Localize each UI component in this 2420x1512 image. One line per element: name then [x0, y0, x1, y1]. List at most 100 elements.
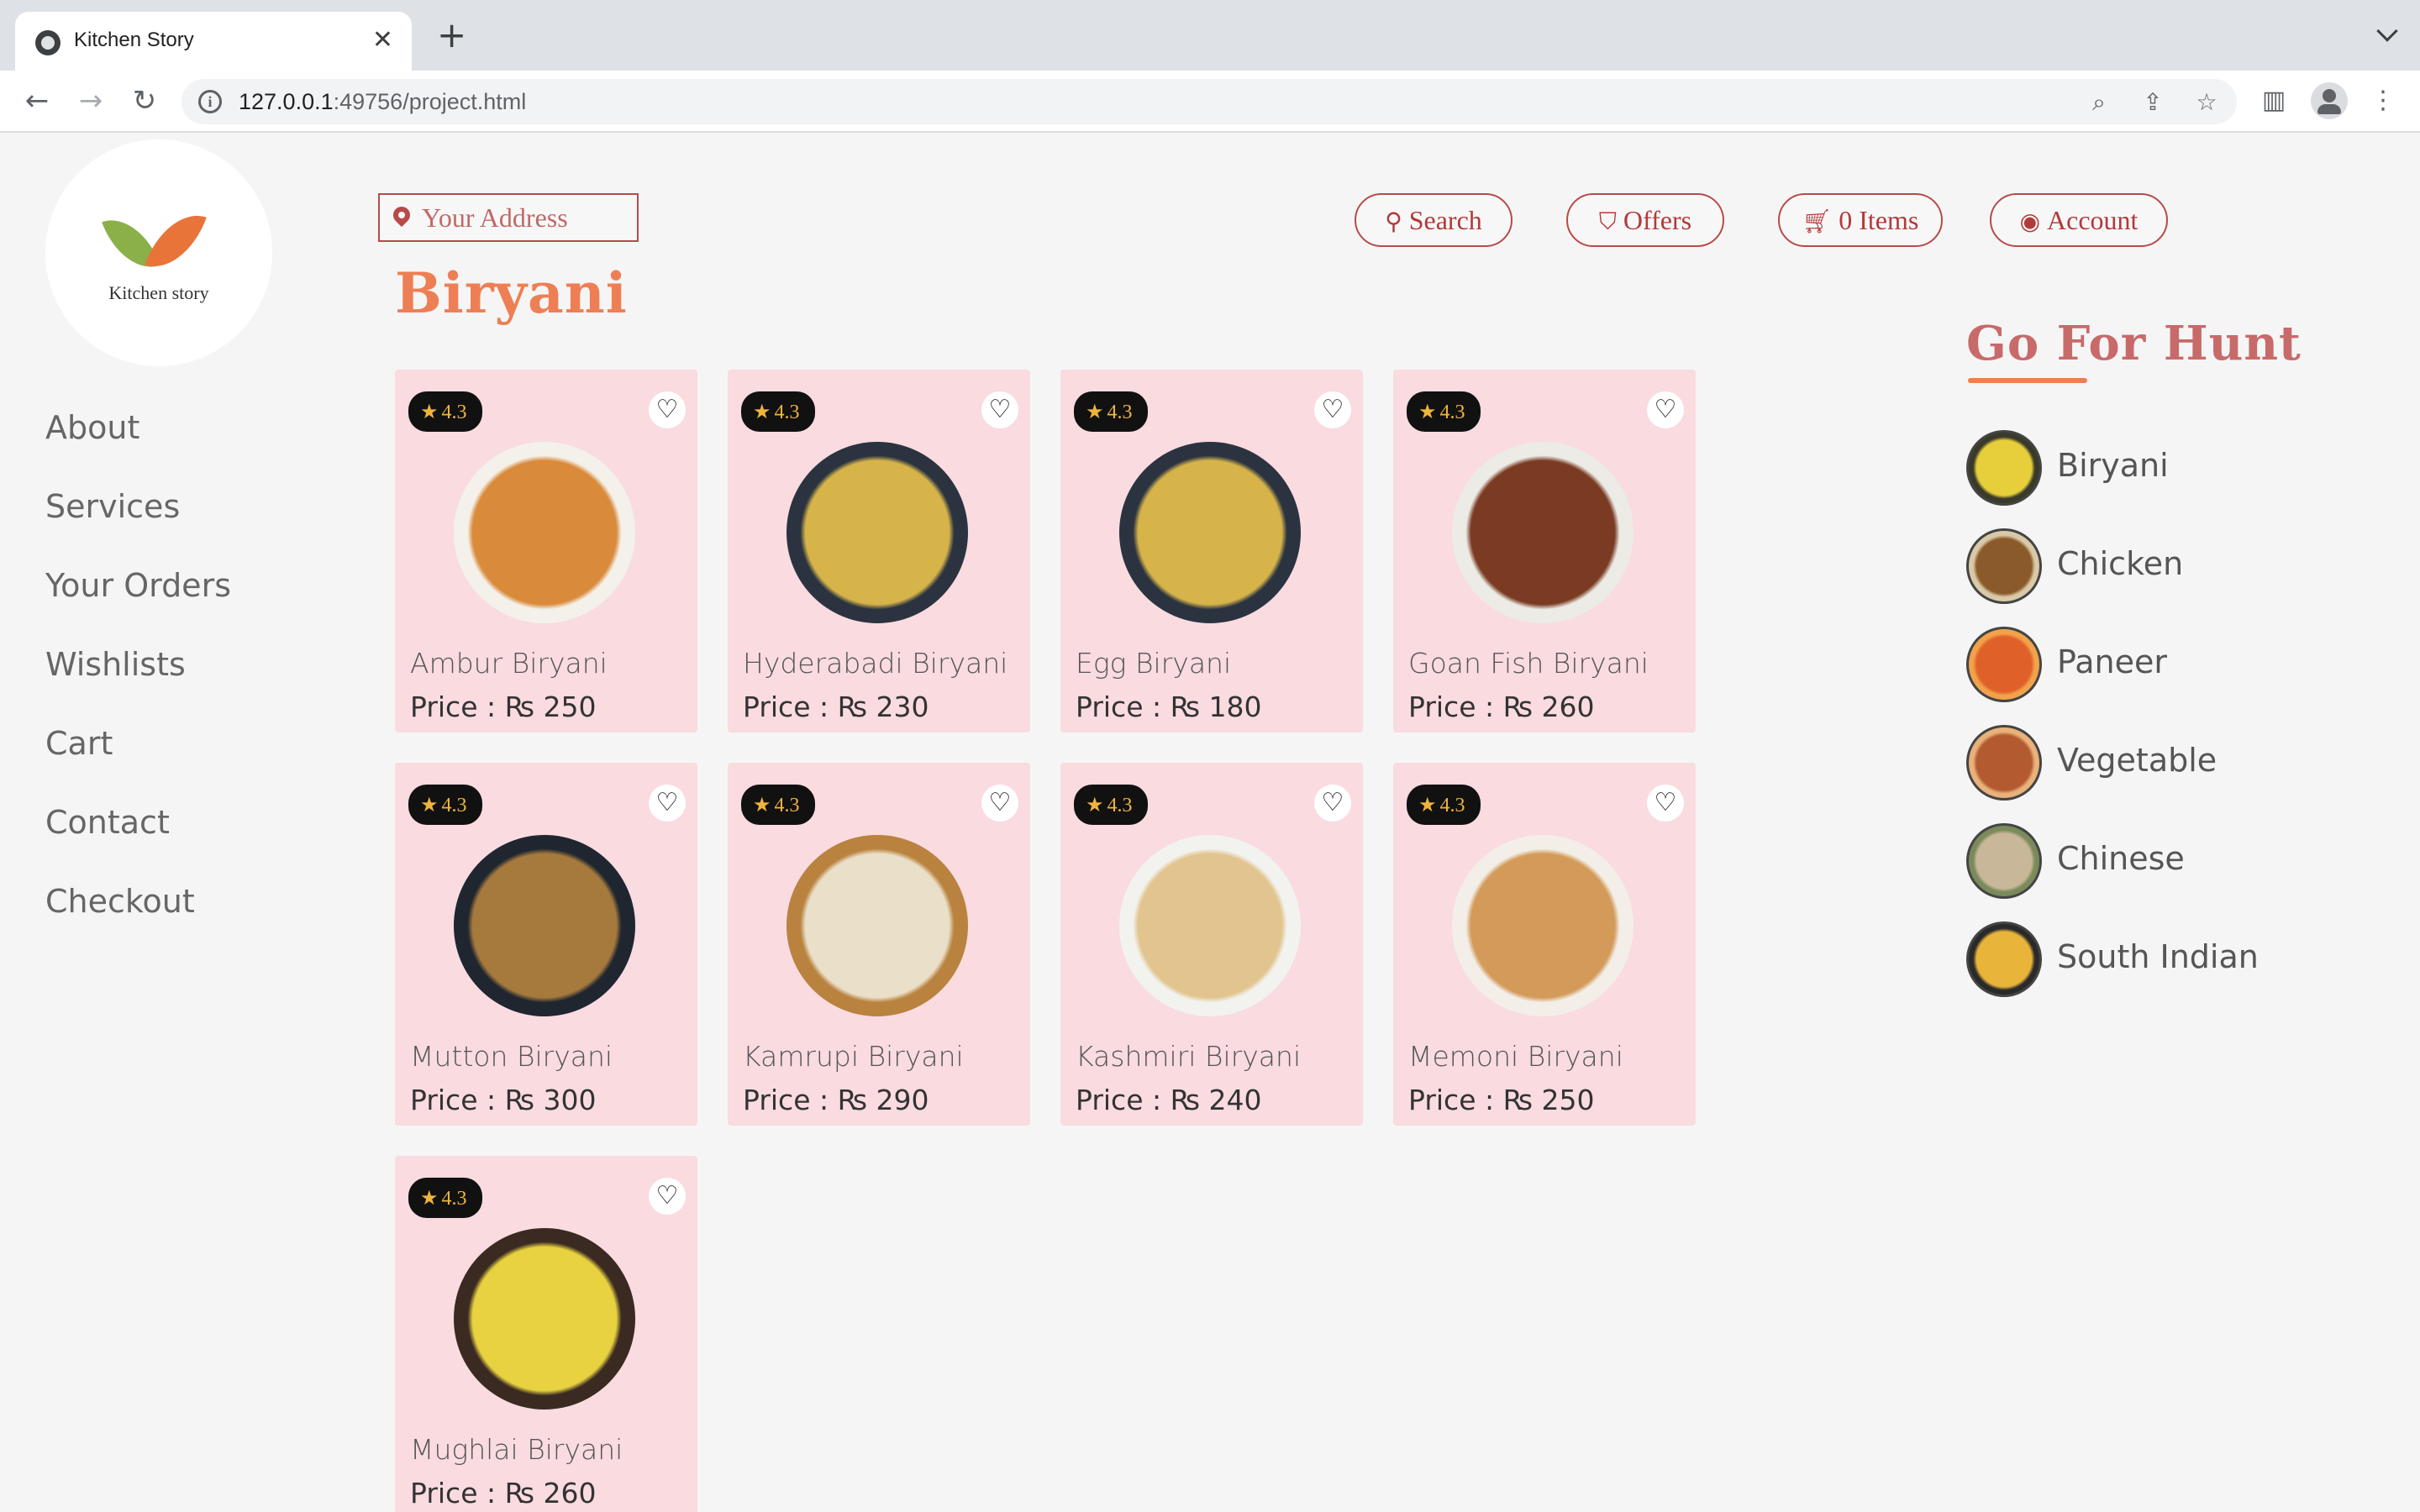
product-card[interactable]: ★ 4.3 ♡ Ambur Biryani Price : ₨ 250: [395, 370, 697, 732]
product-price: Price : ₨ 290: [743, 1084, 929, 1116]
product-name: Mutton Biryani: [410, 1040, 613, 1073]
heart-icon[interactable]: ♡: [981, 391, 1018, 428]
product-price: Price : ₨ 250: [1408, 1084, 1595, 1116]
hunt-item-label: Biryani: [2057, 447, 2169, 484]
product-card[interactable]: ★ 4.3 ♡ Memoni Biryani Price : ₨ 250: [1393, 763, 1696, 1126]
cart-button[interactable]: 🛒︎ 0 Items: [1778, 193, 1943, 247]
hunt-thumb-image: [1966, 921, 2042, 997]
rating-badge: ★ 4.3: [741, 391, 815, 432]
food-image: [454, 835, 635, 1016]
search-icon: ⚲: [1385, 207, 1402, 235]
forward-icon[interactable]: →: [72, 82, 109, 119]
heart-icon[interactable]: ♡: [1647, 785, 1684, 822]
star-icon: ★: [753, 793, 771, 816]
hunt-underline: [1968, 378, 2087, 383]
sidebar-item-about[interactable]: About: [45, 390, 231, 469]
side-panel-icon[interactable]: ▥: [2255, 82, 2292, 119]
food-image: [786, 442, 968, 623]
heart-icon[interactable]: ♡: [1647, 391, 1684, 428]
hunt-thumb-image: [1966, 627, 2042, 702]
tab-title: Kitchen Story: [74, 29, 194, 51]
logo-text: Kitchen story: [108, 282, 209, 303]
heart-icon[interactable]: ♡: [649, 1178, 686, 1215]
star-icon: ★: [1086, 793, 1104, 816]
sidebar-item-checkout[interactable]: Checkout: [45, 864, 231, 942]
product-name: Mughlai Biryani: [410, 1433, 623, 1466]
browser-chrome: Kitchen Story ✕ + ← → ↻ i 127.0.0.1:4975…: [0, 0, 2420, 133]
product-name: Memoni Biryani: [1408, 1040, 1623, 1073]
product-card[interactable]: ★ 4.3 ♡ Kashmiri Biryani Price : ₨ 240: [1060, 763, 1363, 1126]
product-price: Price : ₨ 260: [1408, 690, 1595, 723]
browser-toolbar: ← → ↻ i 127.0.0.1:49756/project.html ⌕ ⇪…: [0, 71, 2420, 133]
sidebar-item-wishlists[interactable]: Wishlists: [45, 627, 231, 706]
heart-icon[interactable]: ♡: [1314, 785, 1351, 822]
product-price: Price : ₨ 250: [410, 690, 597, 723]
hunt-thumb-image: [1966, 725, 2042, 801]
offers-button[interactable]: ⛉ Offers: [1566, 193, 1724, 247]
food-image: [1452, 835, 1634, 1016]
logo[interactable]: Kitchen story: [45, 139, 272, 366]
share-icon[interactable]: ⇪: [2138, 87, 2168, 118]
star-icon: ★: [753, 400, 771, 423]
browser-tab[interactable]: Kitchen Story ✕: [15, 12, 412, 71]
rating-badge: ★ 4.3: [1407, 785, 1481, 825]
rating-badge: ★ 4.3: [1074, 391, 1148, 432]
product-name: Goan Fish Biryani: [1408, 647, 1649, 680]
product-card[interactable]: ★ 4.3 ♡ Egg Biryani Price : ₨ 180: [1060, 370, 1363, 732]
food-image: [1119, 835, 1301, 1016]
product-card[interactable]: ★ 4.3 ♡ Mughlai Biryani Price : ₨ 260: [395, 1156, 697, 1512]
heart-icon[interactable]: ♡: [649, 391, 686, 428]
hunt-thumb-image: [1966, 430, 2042, 506]
rating-badge: ★ 4.3: [408, 785, 482, 825]
account-button[interactable]: ◉ Account: [1990, 193, 2168, 247]
star-icon: ★: [1418, 793, 1437, 816]
sidebar-item-contact[interactable]: Contact: [45, 785, 231, 864]
sidebar-item-your-orders[interactable]: Your Orders: [45, 548, 231, 627]
reload-icon[interactable]: ↻: [126, 82, 163, 119]
product-price: Price : ₨ 230: [743, 690, 929, 723]
hunt-item-label: Chinese: [2057, 840, 2185, 877]
search-button[interactable]: ⚲ Search: [1355, 193, 1512, 247]
product-card[interactable]: ★ 4.3 ♡ Hyderabadi Biryani Price : ₨ 230: [728, 370, 1030, 732]
address-field[interactable]: [378, 193, 639, 242]
heart-icon[interactable]: ♡: [649, 785, 686, 822]
leaf-fork-icon: [145, 202, 207, 280]
food-image: [1119, 442, 1301, 623]
star-icon: ★: [420, 400, 439, 423]
rating-badge: ★ 4.3: [408, 1178, 482, 1218]
chevron-down-icon[interactable]: [2376, 20, 2398, 42]
food-image: [1452, 442, 1634, 623]
user-circle-icon: ◉: [2019, 207, 2041, 235]
zoom-icon[interactable]: ⌕: [2084, 87, 2114, 118]
tags-icon: ⛉: [1598, 207, 1617, 235]
address-input[interactable]: [422, 200, 632, 235]
product-price: Price : ₨ 260: [410, 1477, 597, 1509]
star-icon: ★: [1418, 400, 1437, 423]
product-name: Egg Biryani: [1076, 647, 1232, 680]
close-icon[interactable]: ✕: [372, 24, 393, 57]
tab-strip: Kitchen Story ✕ +: [0, 0, 2420, 71]
heart-icon[interactable]: ♡: [1314, 391, 1351, 428]
sidebar-item-cart[interactable]: Cart: [45, 706, 231, 785]
food-image: [454, 442, 635, 623]
bookmark-star-icon[interactable]: ☆: [2191, 87, 2222, 118]
sidebar-item-services[interactable]: Services: [45, 469, 231, 548]
product-name: Kashmiri Biryani: [1076, 1040, 1302, 1073]
rating-badge: ★ 4.3: [408, 391, 482, 432]
address-bar[interactable]: i 127.0.0.1:49756/project.html ⌕ ⇪ ☆: [182, 79, 2237, 124]
profile-avatar-icon[interactable]: [2311, 82, 2348, 119]
heart-icon[interactable]: ♡: [981, 785, 1018, 822]
back-icon[interactable]: ←: [18, 82, 55, 119]
product-card[interactable]: ★ 4.3 ♡ Kamrupi Biryani Price : ₨ 290: [728, 763, 1030, 1126]
new-tab-icon[interactable]: +: [437, 18, 466, 53]
info-icon[interactable]: i: [198, 90, 222, 113]
hunt-item-label: Vegetable: [2057, 742, 2217, 779]
star-icon: ★: [1086, 400, 1104, 423]
rating-badge: ★ 4.3: [741, 785, 815, 825]
cart-icon: 🛒︎: [1802, 207, 1833, 235]
more-menu-icon[interactable]: ⋮: [2365, 82, 2402, 119]
hunt-item-label: Paneer: [2057, 643, 2167, 680]
product-card[interactable]: ★ 4.3 ♡ Mutton Biryani Price : ₨ 300: [395, 763, 697, 1126]
product-card[interactable]: ★ 4.3 ♡ Goan Fish Biryani Price : ₨ 260: [1393, 370, 1696, 732]
food-image: [454, 1228, 635, 1410]
